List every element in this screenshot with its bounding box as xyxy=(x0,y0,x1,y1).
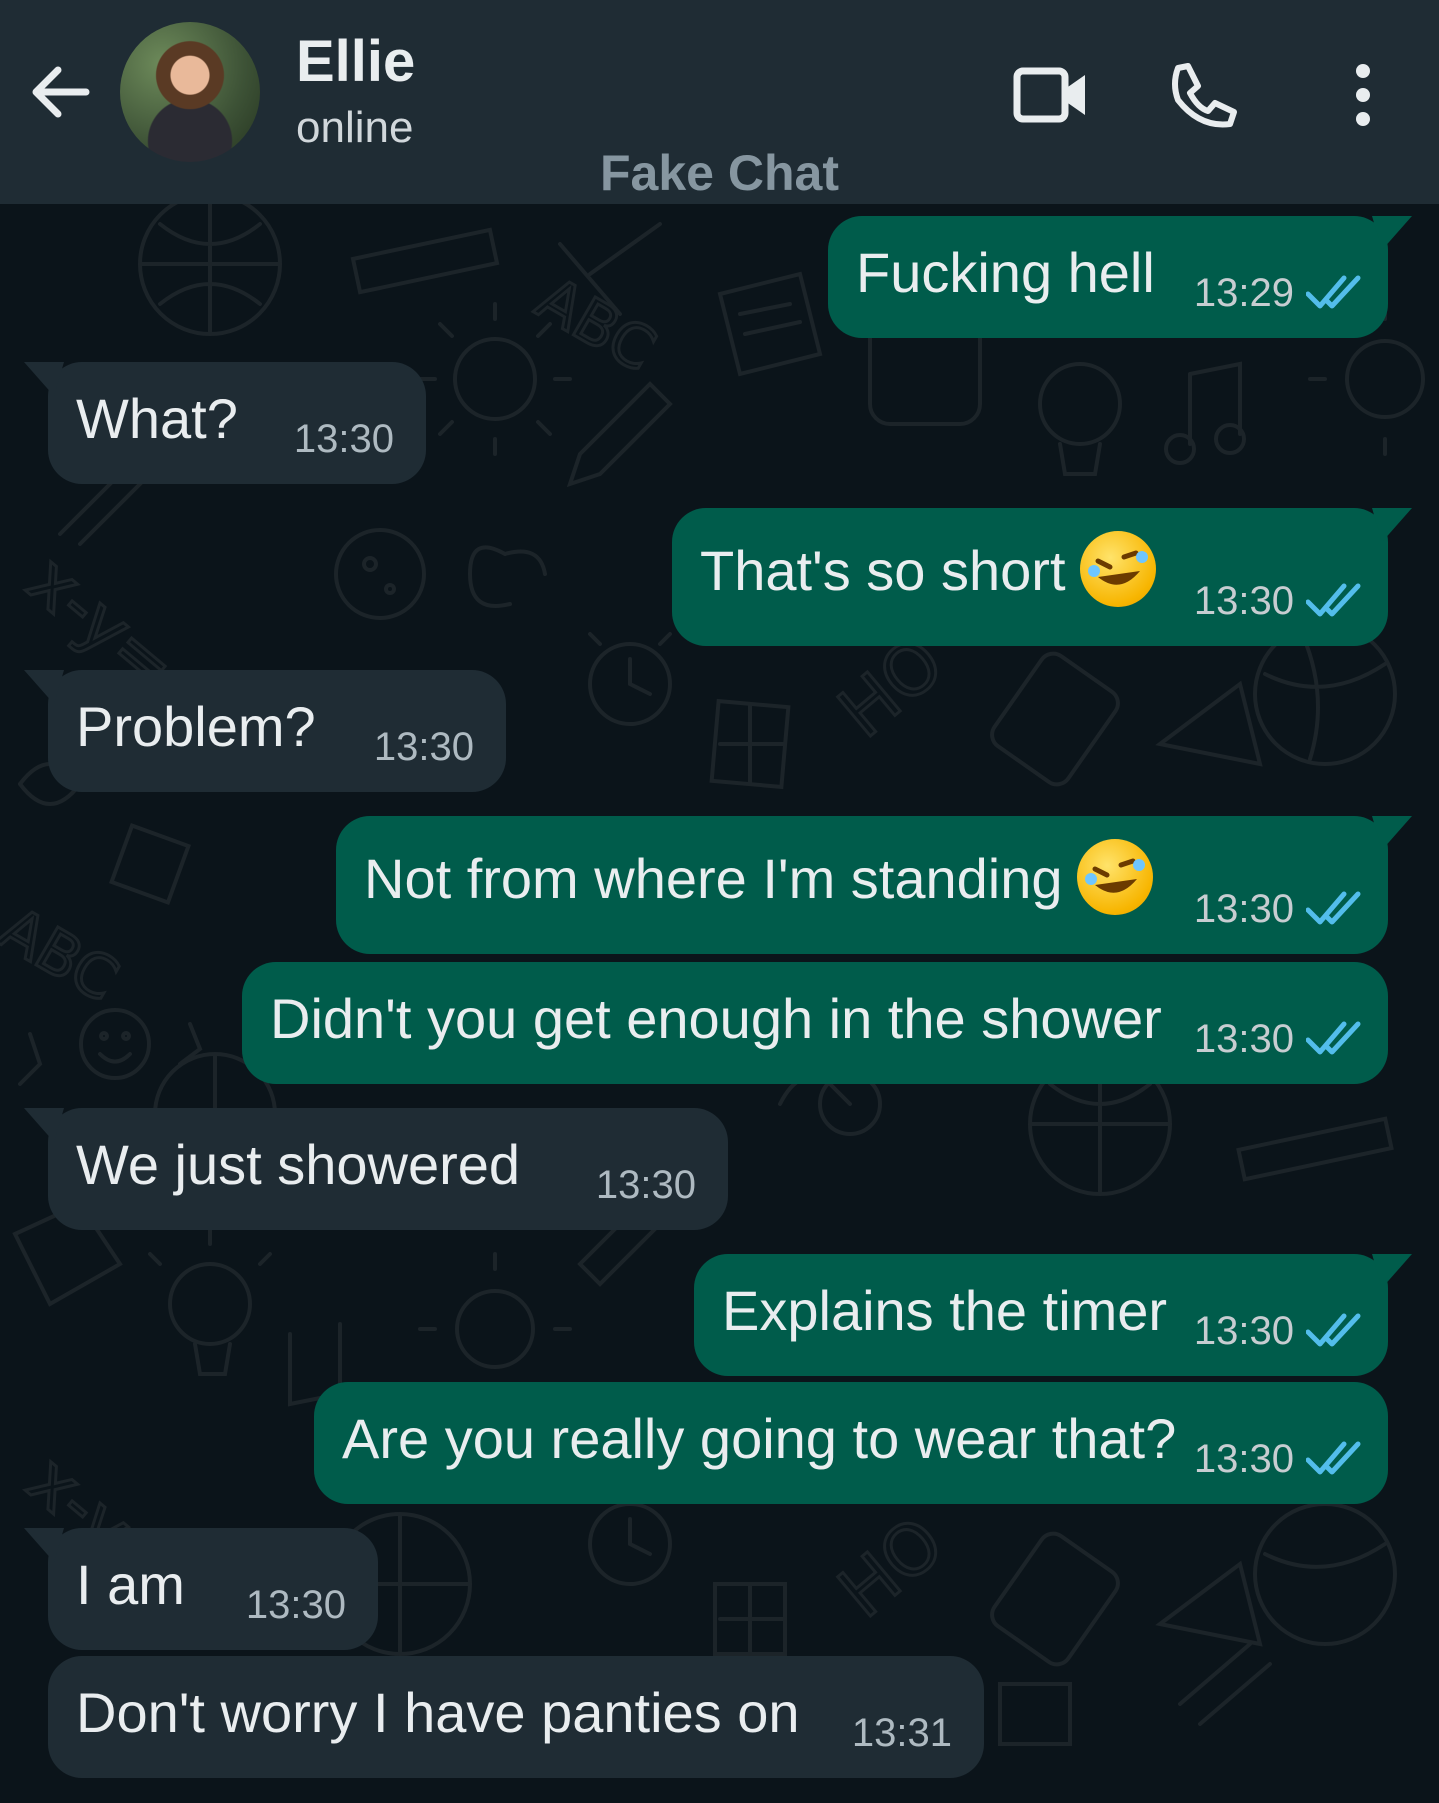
message-text: We just showered xyxy=(76,1133,521,1196)
message-time: 13:31 xyxy=(851,1711,952,1755)
message-bubble-incoming[interactable]: What? 13:30 xyxy=(24,362,426,484)
double-check-icon xyxy=(1306,891,1361,925)
message-text: Fucking hell xyxy=(856,241,1155,304)
chat-screen: ABC x-y= HO ABC HO x-y= Ellie online Fak… xyxy=(0,0,1439,1803)
message-text: What? xyxy=(76,387,238,450)
bubble-tail xyxy=(24,362,64,396)
video-camera-icon xyxy=(1013,67,1085,123)
double-check-icon xyxy=(1306,1313,1361,1347)
voice-call-button[interactable] xyxy=(1160,50,1250,140)
message-text-content: That's so short xyxy=(700,539,1066,602)
message-text: Are you really going to wear that? xyxy=(342,1407,1177,1470)
message-bubble-outgoing[interactable]: Fucking hell 13:29 xyxy=(828,216,1412,338)
contact-name[interactable]: Ellie xyxy=(296,28,415,95)
message-time: 13:30 xyxy=(1193,1309,1294,1353)
svg-text:HO: HO xyxy=(823,1501,958,1633)
more-options-button[interactable] xyxy=(1318,50,1408,140)
message-text-content: Not from where I'm standing xyxy=(364,847,1063,910)
message-bubble-incoming[interactable]: Don't worry I have panties on 13:31 xyxy=(48,1656,984,1778)
message-bubble-incoming[interactable]: We just showered 13:30 xyxy=(24,1108,728,1230)
message-bubble-outgoing[interactable]: Didn't you get enough in the shower 13:3… xyxy=(242,962,1388,1084)
more-vertical-icon xyxy=(1356,64,1370,126)
rolling-on-floor-laughing-emoji xyxy=(1079,531,1156,608)
message-bubble-outgoing[interactable]: Explains the timer 13:30 xyxy=(694,1254,1412,1376)
message-text: That's so short xyxy=(700,531,1156,613)
svg-text:ABC: ABC xyxy=(0,894,129,1016)
chat-header: Ellie online Fake Chat xyxy=(0,0,1439,204)
bubble-tail xyxy=(24,1108,64,1142)
message-time: 13:30 xyxy=(373,725,474,769)
message-time: 13:29 xyxy=(1193,271,1294,315)
contact-avatar[interactable] xyxy=(120,22,260,162)
bubble-tail xyxy=(1372,816,1412,850)
message-bubble-incoming[interactable]: Problem? 13:30 xyxy=(24,670,506,792)
bubble-tail xyxy=(1372,216,1412,250)
message-bubble-incoming[interactable]: I am 13:30 xyxy=(24,1528,378,1650)
bubble-tail xyxy=(1372,508,1412,542)
message-bubble-outgoing[interactable]: Not from where I'm standing 13:30 xyxy=(336,816,1412,954)
message-time: 13:30 xyxy=(1193,1437,1294,1481)
double-check-icon xyxy=(1306,1021,1361,1055)
arrow-left-icon xyxy=(32,66,90,118)
message-time: 13:30 xyxy=(1193,579,1294,623)
message-time: 13:30 xyxy=(1193,887,1294,931)
message-text: I am xyxy=(76,1553,185,1616)
message-text: Problem? xyxy=(76,695,316,758)
message-time: 13:30 xyxy=(245,1583,346,1627)
fake-chat-watermark: Fake Chat xyxy=(600,145,839,201)
message-time: 13:30 xyxy=(1193,1017,1294,1061)
rolling-on-floor-laughing-emoji xyxy=(1076,839,1153,916)
message-time: 13:30 xyxy=(293,417,394,461)
message-text: Explains the timer xyxy=(722,1279,1168,1342)
double-check-icon xyxy=(1306,275,1361,309)
bubble-tail xyxy=(24,670,64,704)
phone-icon xyxy=(1172,63,1237,128)
message-time: 13:30 xyxy=(595,1163,696,1207)
message-bubble-outgoing[interactable]: That's so short 13:30 xyxy=(672,508,1412,646)
double-check-icon xyxy=(1306,583,1361,617)
message-text: Don't worry I have panties on xyxy=(76,1681,800,1744)
bubble-tail xyxy=(24,1528,64,1562)
video-call-button[interactable] xyxy=(1006,50,1096,140)
message-text: Didn't you get enough in the shower xyxy=(270,987,1162,1050)
back-button[interactable] xyxy=(24,52,94,132)
message-text: Not from where I'm standing xyxy=(364,839,1153,921)
message-bubble-outgoing[interactable]: Are you really going to wear that? 13:30 xyxy=(314,1382,1388,1504)
double-check-icon xyxy=(1306,1441,1361,1475)
bubble-tail xyxy=(1372,1254,1412,1288)
